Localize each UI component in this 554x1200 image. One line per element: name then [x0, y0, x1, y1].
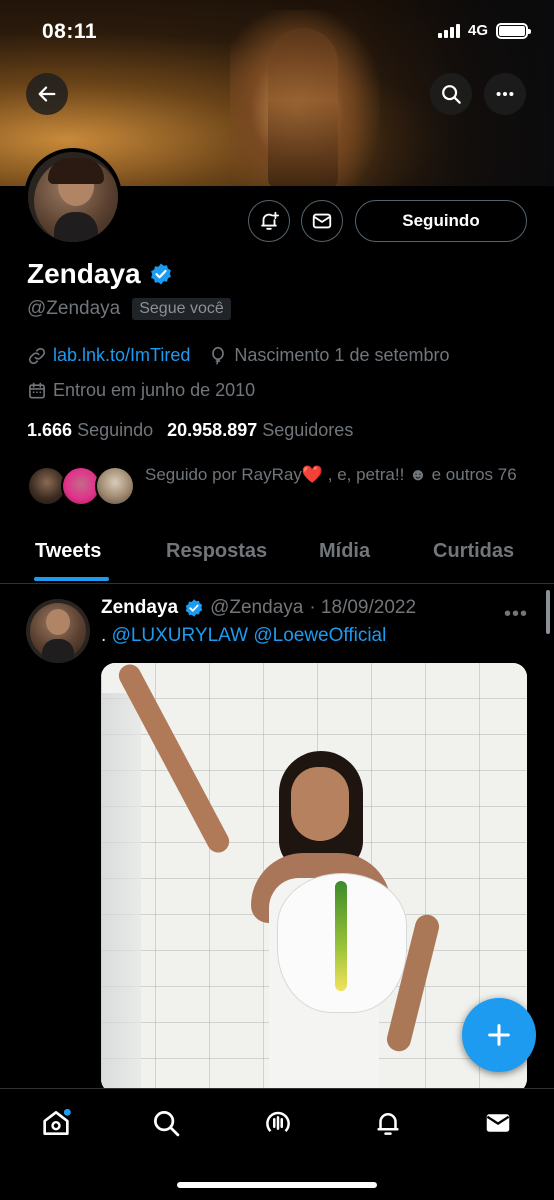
compose-tweet-button[interactable]: [462, 998, 536, 1072]
tweet-header: Zendaya @Zendaya · 18/09/2022: [101, 597, 416, 619]
profile-meta-row-2: Entrou em junho de 2010: [27, 380, 255, 401]
message-button[interactable]: [301, 200, 343, 242]
nav-messages[interactable]: [478, 1103, 518, 1143]
search-button[interactable]: [430, 73, 472, 115]
spaces-icon: [266, 1111, 290, 1133]
follower-avatar: [95, 466, 135, 506]
tab-likes[interactable]: Curtidas: [433, 540, 514, 563]
follows-you-badge: Segue você: [132, 298, 231, 320]
more-button[interactable]: [484, 73, 526, 115]
arrow-left-icon: [38, 86, 56, 102]
home-icon: [43, 1108, 71, 1135]
profile-name: Zendaya: [27, 258, 141, 289]
bell-icon: [377, 1113, 399, 1135]
status-bar: 08:11 4G: [0, 0, 554, 60]
link-icon: [27, 346, 47, 366]
profile-link[interactable]: lab.lnk.to/ImTired: [53, 345, 190, 366]
nav-search[interactable]: [146, 1103, 186, 1143]
following-count: 1.666: [27, 420, 73, 440]
tweet-mention[interactable]: @LoeweOfficial: [253, 625, 386, 646]
profile-birthday: Nascimento 1 de setembro: [234, 345, 450, 365]
balloon-icon: [208, 346, 228, 366]
bell-plus-icon: [261, 211, 280, 230]
envelope-icon: [312, 213, 332, 229]
mail-icon: [486, 1114, 510, 1132]
tab-media[interactable]: Mídia: [319, 540, 370, 563]
followed-by[interactable]: Seguido por RayRay❤️ , e, petra!! ☻ e ou…: [27, 462, 537, 516]
tweet-author-name[interactable]: Zendaya: [101, 597, 178, 619]
followers-count: 20.958.897: [167, 420, 258, 440]
tweet-mention[interactable]: @LUXURYLAW: [112, 625, 249, 646]
following-button[interactable]: Seguindo: [355, 200, 527, 242]
tweet-text: . @LUXURYLAW @LoeweOfficial: [101, 625, 386, 647]
signal-icon: [437, 23, 460, 38]
tweet-author-avatar[interactable]: [26, 599, 90, 663]
following-label: Seguindo: [77, 420, 154, 440]
search-icon: [442, 85, 461, 104]
home-indicator: [177, 1182, 377, 1188]
profile-handle-row: @Zendaya Segue você: [27, 298, 231, 320]
nav-spaces[interactable]: [258, 1103, 298, 1143]
profile-avatar[interactable]: [24, 148, 122, 246]
tweet-author-handle: @Zendaya: [210, 597, 304, 618]
tab-active-indicator: [34, 577, 109, 581]
nav-notifications[interactable]: [368, 1103, 408, 1143]
status-indicators: 4G: [437, 22, 531, 39]
more-horizontal-icon: [496, 91, 514, 97]
followers-label: Seguidores: [262, 420, 354, 440]
status-time: 08:11: [42, 20, 98, 43]
follow-counts: 1.666 Seguindo 20.958.897 Seguidores: [27, 420, 353, 441]
tab-replies[interactable]: Respostas: [166, 540, 267, 563]
profile-meta-row-1: lab.lnk.to/ImTired Nascimento 1 de setem…: [27, 345, 450, 366]
calendar-icon: [27, 381, 47, 401]
plus-icon: [488, 1024, 510, 1046]
nav-home[interactable]: [36, 1103, 76, 1143]
network-type: 4G: [467, 22, 488, 39]
back-button[interactable]: [26, 73, 68, 115]
tweet-date: · 18/09/2022: [309, 597, 417, 618]
following-count-link[interactable]: 1.666 Seguindo: [27, 420, 153, 441]
battery-icon: [496, 22, 531, 39]
profile-handle: @Zendaya: [27, 298, 121, 319]
search-icon: [154, 1111, 180, 1137]
verified-badge-icon[interactable]: [149, 262, 173, 286]
tweet-text-prefix: .: [101, 625, 107, 646]
tweet-more-icon[interactable]: •••: [504, 603, 528, 626]
profile-joined: Entrou em junho de 2010: [53, 380, 256, 400]
followers-count-link[interactable]: 20.958.897 Seguidores: [167, 420, 353, 441]
scrollbar[interactable]: [546, 590, 550, 634]
followed-by-text: Seguido por RayRay❤️ , e, petra!! ☻ e ou…: [145, 465, 517, 484]
verified-badge-icon: [185, 599, 203, 617]
notify-button[interactable]: [248, 200, 290, 242]
tab-tweets[interactable]: Tweets: [35, 540, 101, 563]
profile-name-row: Zendaya: [27, 258, 173, 290]
profile-tabs: Tweets Respostas Mídia Curtidas: [0, 528, 554, 584]
